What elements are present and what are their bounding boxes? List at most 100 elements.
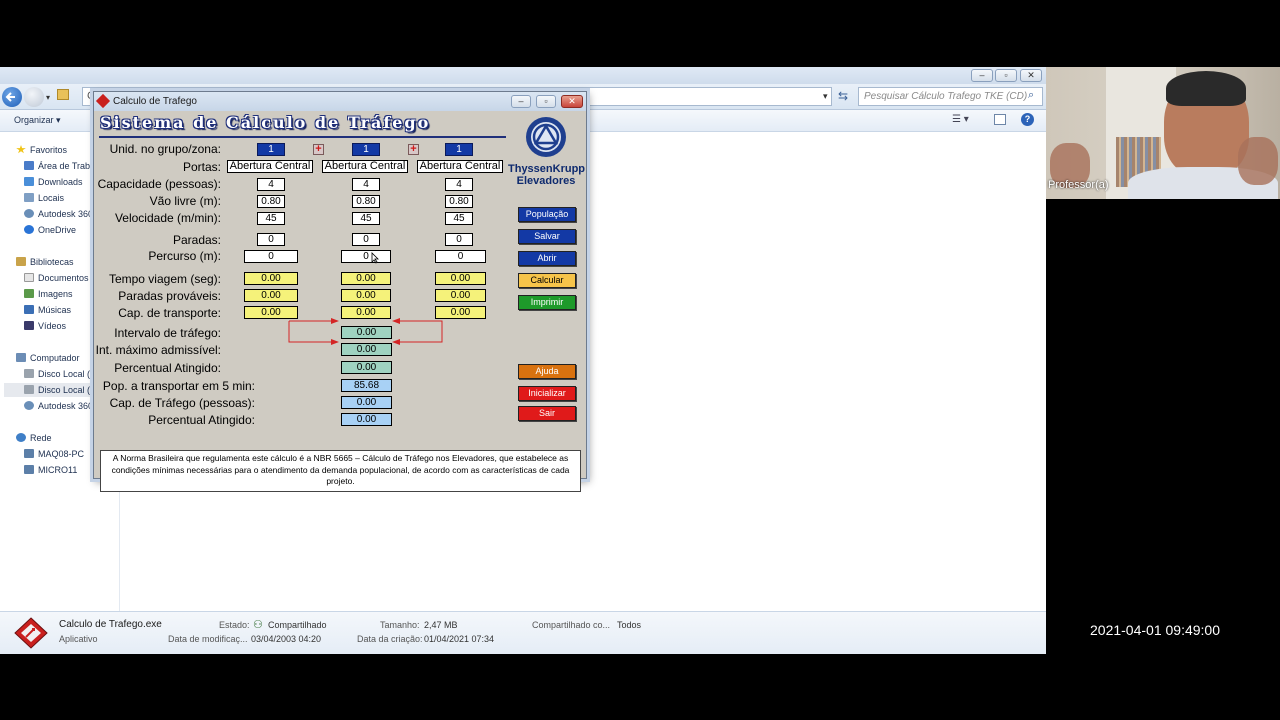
norma-note: A Norma Brasileira que regulamenta este … bbox=[100, 450, 581, 492]
percentual2-label: Percentual Atingido: bbox=[148, 413, 255, 427]
presenter-hair bbox=[1166, 71, 1246, 106]
file-type: Aplicativo bbox=[59, 634, 98, 644]
capacidade-field-1[interactable]: 4 bbox=[257, 178, 285, 191]
percurso-field-2[interactable]: 0 bbox=[341, 250, 391, 263]
desktop-icon bbox=[24, 161, 34, 170]
sidebar-item-videos[interactable]: Vídeos bbox=[24, 319, 66, 333]
portas-select-3[interactable]: Abertura Central bbox=[417, 160, 503, 173]
vao-label: Vão livre (m): bbox=[149, 194, 221, 208]
percurso-field-1[interactable]: 0 bbox=[244, 250, 298, 263]
salvar-button[interactable]: Salvar bbox=[518, 229, 576, 244]
sidebar-item-disco-c[interactable]: Disco Local (C bbox=[24, 367, 97, 381]
sair-button[interactable]: Sair bbox=[518, 406, 576, 421]
velocidade-field-1[interactable]: 45 bbox=[257, 212, 285, 225]
cap-transporte-label: Cap. de transporte: bbox=[118, 306, 221, 320]
sidebar-item-favoritos[interactable]: Favoritos bbox=[16, 143, 67, 157]
thyssenkrupp-logo bbox=[525, 116, 567, 158]
sidebar-item-onedrive[interactable]: OneDrive bbox=[24, 223, 76, 237]
capacidade-field-3[interactable]: 4 bbox=[445, 178, 473, 191]
criacao-label: Data da criação: bbox=[357, 634, 423, 644]
modificacao-value: 03/04/2003 04:20 bbox=[251, 634, 322, 644]
add-column-button-2[interactable]: + bbox=[408, 144, 419, 155]
app-file-icon bbox=[14, 617, 48, 649]
vao-field-2[interactable]: 0.80 bbox=[352, 195, 380, 208]
dialog-maximize-button[interactable]: ▫ bbox=[536, 95, 556, 108]
populacao-button[interactable]: População bbox=[518, 207, 576, 222]
search-input[interactable]: Pesquisar Cálculo Trafego TKE (CD) bbox=[858, 87, 1043, 106]
heading-divider bbox=[99, 136, 506, 138]
estado-value: Compartilhado bbox=[268, 620, 327, 630]
unid-field-2[interactable]: 1 bbox=[352, 143, 380, 156]
paradas-prov-value-1: 0.00 bbox=[244, 289, 298, 302]
sidebar-item-locais[interactable]: Locais bbox=[24, 191, 64, 205]
tamanho-label: Tamanho: bbox=[380, 620, 420, 630]
sidebar-item-bibliotecas[interactable]: Bibliotecas bbox=[16, 255, 74, 269]
sidebar-item-micro11[interactable]: MICRO11 bbox=[24, 463, 77, 477]
unid-field-3[interactable]: 1 bbox=[445, 143, 473, 156]
dialog-close-button[interactable]: ✕ bbox=[561, 95, 583, 108]
sidebar-item-autodesk-2[interactable]: Autodesk 360 bbox=[24, 399, 93, 413]
maximize-button[interactable]: ▫ bbox=[995, 69, 1017, 82]
paradas-field-2[interactable]: 0 bbox=[352, 233, 380, 246]
add-column-button-1[interactable]: + bbox=[313, 144, 324, 155]
view-options-icon[interactable]: ☰ ▾ bbox=[952, 114, 969, 125]
preview-pane-icon[interactable] bbox=[994, 114, 1006, 125]
sidebar-item-computador[interactable]: Computador bbox=[16, 351, 80, 365]
capacidade-field-2[interactable]: 4 bbox=[352, 178, 380, 191]
computer-icon bbox=[16, 353, 26, 362]
music-icon bbox=[24, 305, 34, 314]
tamanho-value: 2,47 MB bbox=[424, 620, 458, 630]
system-heading: Sistema de Cálculo de Tráfego bbox=[100, 113, 431, 132]
unid-field-1[interactable]: 1 bbox=[257, 143, 285, 156]
dialog-minimize-button[interactable]: – bbox=[511, 95, 531, 108]
abrir-button[interactable]: Abrir bbox=[518, 251, 576, 266]
calcular-button[interactable]: Calcular bbox=[518, 273, 576, 288]
velocidade-field-2[interactable]: 45 bbox=[352, 212, 380, 225]
sidebar-item-documentos[interactable]: Documentos bbox=[24, 271, 89, 285]
search-icon[interactable]: ⌕ bbox=[1028, 89, 1034, 102]
back-button[interactable] bbox=[2, 87, 22, 107]
tempo-value-3: 0.00 bbox=[435, 272, 486, 285]
shared-icon: ⚇ bbox=[253, 619, 263, 631]
organize-button[interactable]: Organizar ▾ bbox=[14, 115, 61, 126]
cap-trafego-label: Cap. de Tráfego (pessoas): bbox=[109, 396, 255, 410]
percentual1-value: 0.00 bbox=[341, 361, 392, 374]
dialog-titlebar: Calculo de Trafego – ▫ ✕ bbox=[94, 92, 586, 111]
help-icon[interactable]: ? bbox=[1021, 113, 1034, 126]
refresh-icon[interactable]: ⇆ bbox=[838, 89, 848, 103]
velocidade-field-3[interactable]: 45 bbox=[445, 212, 473, 225]
cap-trafego-value: 0.00 bbox=[341, 396, 392, 409]
vao-field-1[interactable]: 0.80 bbox=[257, 195, 285, 208]
paradas-prov-value-3: 0.00 bbox=[435, 289, 486, 302]
sidebar-item-area-trabalho[interactable]: Área de Traba bbox=[24, 159, 95, 173]
intervalo-label: Intervalo de tráfego: bbox=[114, 326, 221, 340]
paradas-field-3[interactable]: 0 bbox=[445, 233, 473, 246]
sidebar-item-musicas[interactable]: Músicas bbox=[24, 303, 71, 317]
computer-icon bbox=[24, 449, 34, 458]
inicializar-button[interactable]: Inicializar bbox=[518, 386, 576, 401]
percurso-label: Percurso (m): bbox=[148, 249, 221, 263]
sidebar-item-maq08[interactable]: MAQ08-PC bbox=[24, 447, 84, 461]
documents-icon bbox=[24, 273, 34, 282]
traffic-calc-dialog: Calculo de Trafego – ▫ ✕ Sistema de Cálc… bbox=[93, 91, 587, 492]
paradas-field-1[interactable]: 0 bbox=[257, 233, 285, 246]
sidebar-item-downloads[interactable]: Downloads bbox=[24, 175, 83, 189]
sidebar-item-imagens[interactable]: Imagens bbox=[24, 287, 73, 301]
library-icon bbox=[16, 257, 26, 266]
imprimir-button[interactable]: Imprimir bbox=[518, 295, 576, 310]
vao-field-3[interactable]: 0.80 bbox=[445, 195, 473, 208]
compartilhado-label: Compartilhado co... bbox=[532, 620, 611, 630]
star-icon bbox=[16, 145, 26, 154]
ajuda-button[interactable]: Ajuda bbox=[518, 364, 576, 379]
minimize-button[interactable]: – bbox=[971, 69, 993, 82]
sidebar-item-rede[interactable]: Rede bbox=[16, 431, 52, 445]
history-dropdown-icon[interactable]: ▾ bbox=[46, 93, 50, 102]
sidebar-item-autodesk[interactable]: Autodesk 360 bbox=[24, 207, 93, 221]
close-button[interactable]: ✕ bbox=[1020, 69, 1042, 82]
address-dropdown-icon[interactable]: ▾ bbox=[823, 91, 828, 102]
portas-select-1[interactable]: Abertura Central bbox=[227, 160, 313, 173]
forward-button[interactable] bbox=[24, 87, 44, 107]
portas-select-2[interactable]: Abertura Central bbox=[322, 160, 408, 173]
file-name: Calculo de Trafego.exe bbox=[59, 619, 162, 630]
percurso-field-3[interactable]: 0 bbox=[435, 250, 486, 263]
